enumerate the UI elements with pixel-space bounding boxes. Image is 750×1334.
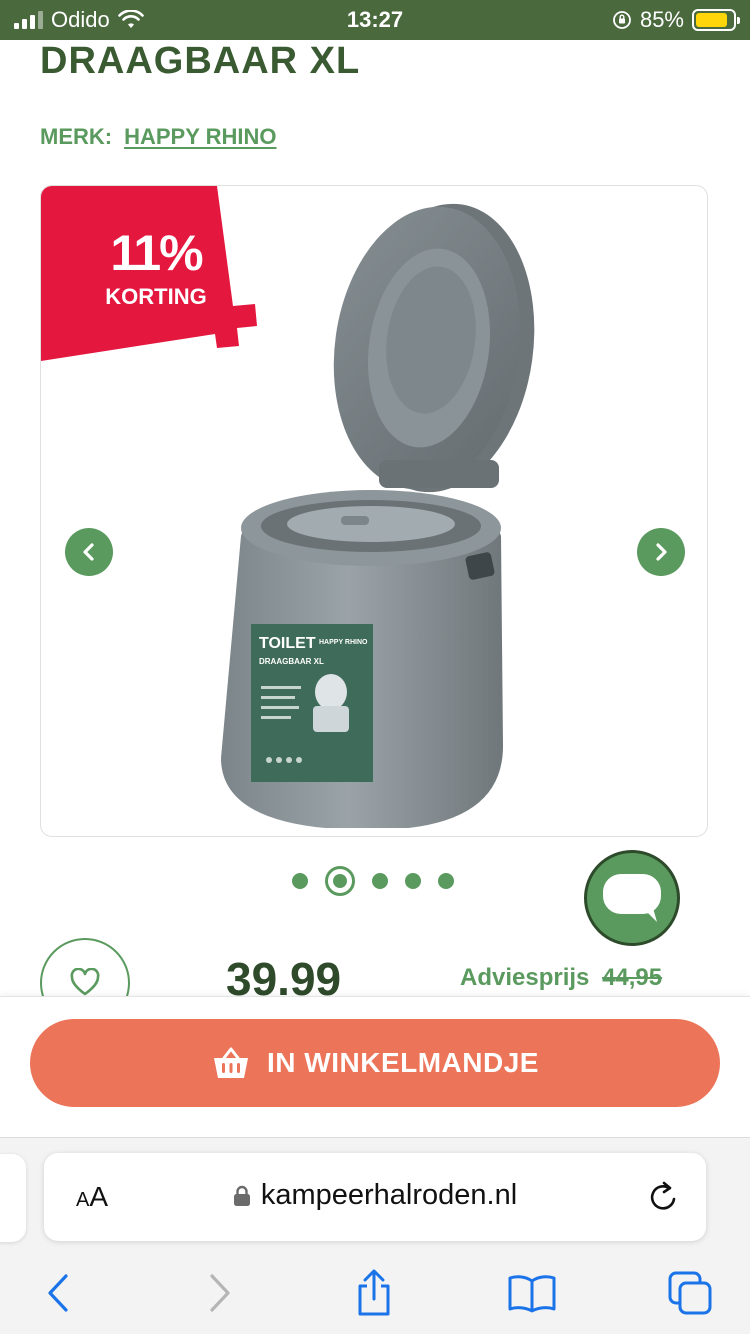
- advised-price: Adviesprijs 44,95: [460, 964, 662, 992]
- url-display[interactable]: kampeerhalroden.nl: [44, 1179, 706, 1212]
- brand-row: MERK: HAPPY RHINO: [40, 124, 277, 150]
- lock-icon: [233, 1185, 250, 1206]
- package-subtitle: DRAAGBAAR XL: [259, 657, 324, 666]
- reload-icon: [650, 1181, 676, 1210]
- bookmarks-icon: [508, 1275, 556, 1313]
- browser-toolbar: [0, 1263, 750, 1323]
- gallery-dot-active[interactable]: [325, 866, 355, 896]
- battery-level: [696, 13, 727, 27]
- battery-icon: [692, 9, 740, 31]
- chat-button[interactable]: [584, 850, 680, 946]
- advised-price-value: 44,95: [602, 964, 663, 991]
- add-to-cart-label: IN WINKELMANDJE: [267, 1047, 539, 1078]
- product-gallery[interactable]: 11% KORTING TOILET DRAAGBAAR XL HAPPY RH…: [40, 185, 708, 837]
- gallery-dot[interactable]: [438, 873, 454, 889]
- tabs-button[interactable]: [660, 1263, 720, 1323]
- gallery-next-button[interactable]: [637, 528, 685, 576]
- back-button[interactable]: [28, 1263, 88, 1323]
- brand-link[interactable]: HAPPY RHINO: [124, 124, 276, 150]
- gallery-dot[interactable]: [372, 873, 388, 889]
- page: Odido 13:27 85% DRAAGBAAR XL MERK: HAPPY…: [0, 0, 750, 1334]
- status-bar: Odido 13:27 85%: [0, 0, 750, 40]
- add-to-cart-button[interactable]: IN WINKELMANDJE: [30, 1019, 720, 1107]
- bookmarks-button[interactable]: [502, 1263, 562, 1323]
- share-icon: [358, 1269, 390, 1316]
- previous-tab-peek[interactable]: [0, 1154, 26, 1242]
- address-bar[interactable]: AA kampeerhalroden.nl: [44, 1153, 706, 1241]
- add-to-cart-bar: IN WINKELMANDJE: [0, 996, 750, 1138]
- discount-percent: 11%: [110, 225, 203, 281]
- battery-group: 85%: [612, 7, 740, 33]
- basket-icon: [214, 1047, 249, 1078]
- discount-label: KORTING: [105, 284, 207, 309]
- advised-price-label: Adviesprijs: [460, 964, 590, 991]
- tabs-icon: [668, 1271, 712, 1315]
- package-title: TOILET: [259, 635, 316, 652]
- battery-percent: 85%: [639, 7, 684, 32]
- chevron-right-icon: [656, 543, 667, 561]
- back-icon: [48, 1274, 68, 1312]
- chevron-left-icon: [83, 543, 94, 561]
- chat-bubble-icon: [603, 874, 661, 922]
- browser-chrome: AA kampeerhalroden.nl: [0, 1137, 750, 1334]
- forward-button[interactable]: [190, 1263, 250, 1323]
- heart-icon: [70, 968, 100, 996]
- gallery-prev-button[interactable]: [65, 528, 113, 576]
- gallery-pagination: [292, 866, 454, 896]
- product-image: TOILET DRAAGBAAR XL HAPPY RHINO: [221, 203, 535, 828]
- reload-button[interactable]: [648, 1179, 680, 1218]
- brand-label: MERK:: [40, 124, 113, 149]
- package-brand: HAPPY RHINO: [319, 639, 368, 646]
- orientation-lock-icon: [613, 11, 631, 29]
- forward-icon: [210, 1274, 230, 1312]
- gallery-dot[interactable]: [292, 873, 308, 889]
- share-button[interactable]: [344, 1263, 404, 1323]
- product-title: DRAAGBAAR XL: [40, 40, 361, 82]
- gallery-dot[interactable]: [405, 873, 421, 889]
- url-text: kampeerhalroden.nl: [260, 1179, 518, 1211]
